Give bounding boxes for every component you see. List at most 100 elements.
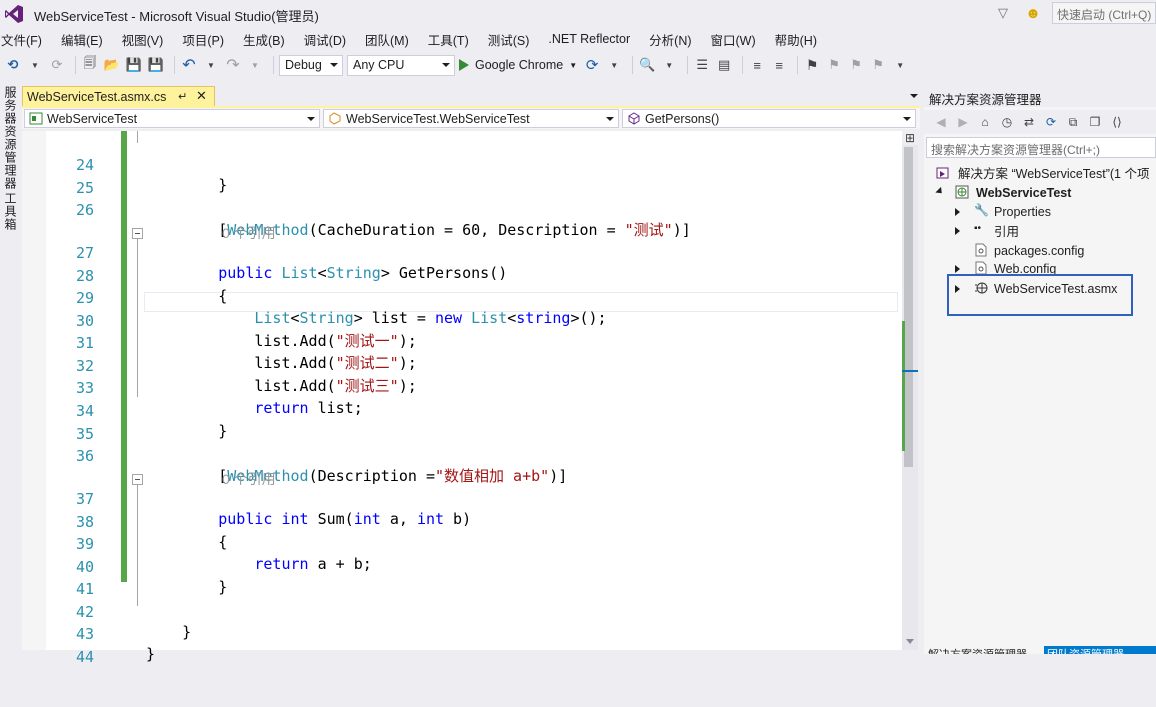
navigate-back-icon[interactable]: ⟲ [4,54,22,76]
code-line[interactable]: 33 return list; [22,358,902,417]
code-line[interactable]: 39 return a + b; [22,514,902,573]
navigate-to-icon[interactable]: ☰ [693,54,711,76]
menu-tools[interactable]: 工具(T) [428,30,478,49]
solution-configuration-select[interactable]: Debug [279,54,343,76]
collapsed-arrow-icon[interactable] [955,227,960,235]
menu-view[interactable]: 视图(V) [122,30,173,49]
collapsed-arrow-icon[interactable] [955,208,960,216]
open-file-icon[interactable]: 📂 [103,54,121,76]
solution-search-input[interactable]: 搜索解决方案资源管理器(Ctrl+;) [926,137,1156,158]
code-line[interactable]: 38 { [22,492,902,551]
server-explorer-tab[interactable]: 服务器资源管理器 [2,86,19,190]
bookmark-toggle-icon[interactable]: ▤ [715,54,733,76]
menu-window[interactable]: 窗口(W) [711,30,765,49]
split-window-icon[interactable]: ⊞ [902,131,918,145]
code-line[interactable]: 28 { [22,246,902,305]
dropdown-arrow-icon[interactable]: ▼ [202,54,220,76]
redo-icon[interactable]: ↷ [224,54,242,76]
code-line[interactable]: 37 public int Sum(int a, int b) [22,469,902,528]
menu-edit[interactable]: 编辑(E) [61,30,112,49]
dropdown-arrow-icon[interactable]: ▼ [26,54,44,76]
next-bookmark-icon[interactable]: ⚑ [847,54,865,76]
dropdown-arrow-icon[interactable]: ▼ [569,61,577,70]
tab-solution-explorer[interactable]: 解决方案资源管理器 [928,646,1042,654]
menu-team[interactable]: 团队(M) [365,30,418,49]
previous-bookmark-icon[interactable]: ⚑ [825,54,843,76]
menu-help[interactable]: 帮助(H) [775,30,826,49]
view-code-icon[interactable]: ⟨⟩ [1106,111,1128,133]
code-line[interactable]: 43 } [22,604,902,663]
code-line[interactable]: 42 } [22,582,902,641]
code-line[interactable]: 29 List<String> list = new List<string>(… [22,268,902,327]
code-line[interactable]: 25 [22,158,902,197]
code-editor[interactable]: 24 } 25 26 [WebMethod(CacheDuration = 60… [22,131,902,666]
tab-webservicetest-asmx-cs[interactable]: WebServiceTest.asmx.cs ↵ ✕ [22,86,215,107]
tree-item-solution[interactable]: 解决方案 “WebServiceTest”(1 个项 [924,163,1156,182]
code-line[interactable]: 35 [22,404,902,443]
refresh-icon[interactable]: ⟳ [583,54,601,76]
start-debugging-button[interactable]: Google Chrome ▼ [459,58,577,72]
menu-net-reflector[interactable]: .NET Reflector [548,32,639,46]
uncomment-lines-icon[interactable]: ≡ [770,54,788,76]
code-line[interactable]: 26 [WebMethod(CacheDuration = 60, Descri… [22,180,902,239]
code-line[interactable]: 36 [WebMethod(Description ="数值相加 a+b")] [22,426,902,485]
sync-with-document-icon[interactable]: ⇄ [1018,111,1040,133]
save-all-icon[interactable]: 💾 [147,54,165,76]
scrollbar-thumb[interactable] [904,147,913,467]
type-dropdown[interactable]: WebServiceTest.WebServiceTest [323,109,619,128]
comment-lines-icon[interactable]: ≡ [748,54,766,76]
tree-item-packages-config[interactable]: packages.config [924,241,1156,260]
code-line[interactable]: 44 [22,627,902,666]
save-icon[interactable]: 💾 [125,54,143,76]
filter-icon[interactable]: ▽ [992,2,1014,24]
collapse-all-icon[interactable]: ⧉ [1062,111,1084,133]
collapsed-arrow-icon[interactable] [955,265,960,273]
code-line[interactable]: 24 } [22,135,902,194]
active-files-dropdown-icon[interactable] [910,94,918,98]
toolbox-tab[interactable]: 工具箱 [2,192,19,231]
code-line[interactable]: 34 } [22,381,902,440]
code-line[interactable]: 32 list.Add("测试三"); [22,336,902,395]
toolbar-options-icon[interactable]: ▼ [891,54,909,76]
tree-item-properties[interactable]: 🔧 Properties [924,202,1156,221]
forward-icon[interactable]: ▶ [952,111,974,133]
pin-tab-icon[interactable]: ↵ [178,90,187,103]
pending-changes-filter-icon[interactable]: ◷ [996,111,1018,133]
code-line[interactable]: 31 list.Add("测试二"); [22,313,902,372]
code-line[interactable]: 27 public List<String> GetPersons() [22,223,902,282]
menu-file[interactable]: 文件(F) [0,30,51,49]
code-line[interactable]: 40 } [22,537,902,596]
scroll-down-icon[interactable] [906,639,914,644]
dropdown-arrow-icon[interactable]: ▼ [246,54,264,76]
clear-bookmarks-icon[interactable]: ⚑ [869,54,887,76]
menu-debug[interactable]: 调试(D) [304,30,355,49]
dropdown-arrow-icon[interactable]: ▼ [660,54,678,76]
dropdown-arrow-icon[interactable]: ▼ [605,54,623,76]
menu-test[interactable]: 测试(S) [488,30,539,49]
expanded-arrow-icon[interactable] [935,186,945,197]
tree-item-references[interactable]: ▪• 引用 [924,221,1156,240]
bookmark-icon[interactable]: ⚑ [803,54,821,76]
show-all-files-icon[interactable]: ❐ [1084,111,1106,133]
solution-platform-select[interactable]: Any CPU [347,54,455,76]
tab-team-explorer[interactable]: 团队资源管理器 [1044,646,1156,654]
member-dropdown[interactable]: GetPersons() [622,109,916,128]
home-icon[interactable]: ⌂ [974,111,996,133]
project-dropdown[interactable]: WebServiceTest [24,109,320,128]
feedback-smiley-icon[interactable]: ☻ [1022,2,1044,24]
menu-analyze[interactable]: 分析(N) [649,30,700,49]
close-tab-icon[interactable]: ✕ [196,88,207,104]
refresh-icon[interactable]: ⟳ [1040,111,1062,133]
tree-item-project[interactable]: WebServiceTest [924,183,1156,202]
find-in-files-icon[interactable]: 🔍 [638,54,656,76]
back-icon[interactable]: ◀ [930,111,952,133]
menu-build[interactable]: 生成(B) [243,30,294,49]
editor-vertical-scrollbar[interactable] [902,131,918,650]
code-line[interactable]: 41 [22,559,902,598]
code-line[interactable]: 30 list.Add("测试一"); [22,291,902,350]
menu-project[interactable]: 项目(P) [182,30,233,49]
undo-icon[interactable]: ↶ [180,54,198,76]
navigate-forward-icon[interactable]: ⟳ [48,54,66,76]
quick-launch-input[interactable]: 快速启动 (Ctrl+Q) [1052,2,1156,24]
new-project-icon[interactable]: 🗐 [81,54,99,76]
